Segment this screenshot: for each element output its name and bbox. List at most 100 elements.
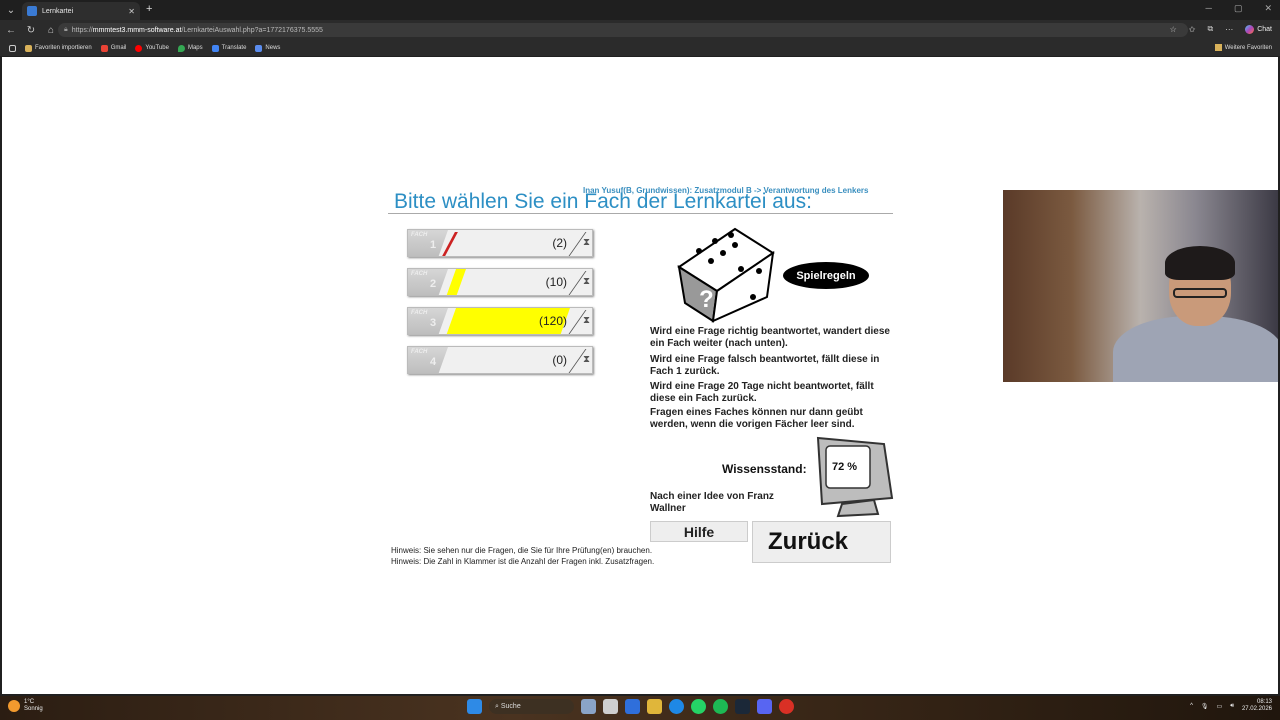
back-button[interactable]: Zurück — [752, 521, 891, 563]
close-tab-icon[interactable]: ✕ — [128, 7, 135, 16]
hint-text-2: Hinweis: Die Zahl in Klammer ist die Anz… — [391, 557, 655, 566]
rule-text-1: Wird eine Frage richtig beantwortet, wan… — [650, 326, 890, 349]
fach-count: (10) — [545, 275, 567, 289]
hint-text-1: Hinweis: Sie sehen nur die Fragen, die S… — [391, 546, 653, 555]
spotify-icon[interactable] — [713, 699, 728, 714]
app-icon[interactable] — [779, 699, 794, 714]
url-path: /LernkarteiAuswahl.php?a=1772176375.5555 — [181, 26, 323, 34]
page-title: Bitte wählen Sie ein Fach der Lernkartei… — [394, 190, 812, 213]
site-favicon-icon — [27, 6, 37, 16]
news-icon — [255, 44, 263, 52]
mic-icon[interactable]: 🎙︎ — [1201, 703, 1209, 710]
maps-icon — [177, 44, 185, 52]
weather-widget[interactable]: 1°C Sonnig — [8, 699, 43, 713]
fach-count: (120) — [538, 314, 567, 328]
tab-actions-menu-icon[interactable]: ⌄ — [0, 0, 22, 20]
clock-time: 08:13 — [1256, 699, 1272, 705]
fach-4[interactable]: FACH 4 (0) ⧗ — [407, 346, 593, 374]
task-view-icon[interactable] — [581, 699, 596, 714]
search-label: Suche — [500, 703, 521, 710]
bookmark-label: YouTube — [145, 45, 169, 51]
chat-label: Chat — [1257, 25, 1272, 33]
favorite-star-icon[interactable]: ☆ — [1170, 25, 1177, 34]
divider — [388, 213, 893, 214]
discord-icon[interactable] — [757, 699, 772, 714]
fach-label: FACH — [411, 232, 428, 238]
url-prefix: https:// — [71, 26, 93, 34]
wissensstand-value: 72 % — [832, 461, 858, 473]
wissensstand-label: Wissensstand: — [722, 462, 807, 476]
hourglass-icon: ⧗ — [582, 276, 590, 287]
bookmark-label: Translate — [221, 45, 247, 51]
idea-credit: Nach einer Idee von Franz Wallner — [650, 491, 774, 514]
fach-number: 3 — [430, 317, 437, 329]
bookmark-import[interactable]: Favoriten importieren — [25, 44, 92, 52]
bookmark-tabs-icon[interactable] — [9, 44, 16, 52]
back-icon[interactable]: ← — [2, 25, 20, 36]
bookmark-maps[interactable]: Maps — [177, 44, 203, 52]
new-tab-icon[interactable]: + — [146, 3, 152, 15]
fach-1[interactable]: FACH 1 (2) ⧗ — [407, 229, 593, 257]
bookmark-label: Maps — [187, 45, 203, 51]
weather-text: Sonnig — [24, 706, 43, 712]
widgets-icon[interactable] — [603, 699, 618, 714]
network-icon[interactable]: ▭ — [1217, 703, 1223, 710]
hourglass-icon: ⧗ — [582, 237, 590, 248]
weather-icon — [8, 700, 20, 712]
close-window-icon[interactable]: ✕ — [1264, 3, 1272, 14]
help-button[interactable]: Hilfe — [650, 521, 748, 542]
weather-temp: 1°C — [24, 699, 35, 705]
edge-icon[interactable] — [669, 699, 684, 714]
fach-number: 4 — [430, 356, 437, 368]
tab-title: Lernkartei — [42, 7, 74, 15]
extensions-icon[interactable]: ⧉ — [1207, 24, 1213, 34]
steam-icon[interactable] — [735, 699, 750, 714]
bookmark-youtube[interactable]: YouTube — [135, 44, 169, 52]
whatsapp-icon[interactable] — [691, 699, 706, 714]
fach-3[interactable]: FACH 3 (120) ⧗ — [407, 307, 593, 335]
bookmark-translate[interactable]: Translate — [211, 44, 247, 52]
search-box[interactable]: ⌕ Suche — [489, 699, 574, 714]
clock-date: 27.02.2026 — [1241, 706, 1272, 712]
translate-icon — [211, 44, 219, 52]
fach-2[interactable]: FACH 2 (10) ⧗ — [407, 268, 593, 296]
reload-icon[interactable]: ↻ — [22, 25, 40, 36]
other-favorites[interactable]: Weitere Favoriten — [1214, 44, 1272, 51]
rules-button[interactable]: Spielregeln — [783, 262, 869, 289]
clock[interactable]: 08:13 27.02.2026 — [1242, 699, 1272, 713]
bookmark-gmail[interactable]: Gmail — [100, 44, 126, 52]
folder-icon — [25, 44, 32, 52]
webcam-overlay — [1003, 190, 1278, 382]
address-bar-row: ← ↻ ⌂ 🔒︎ https://mmmtest3.mmm-software.a… — [0, 20, 1280, 40]
taskbar-icons: ⌕ Suche — [467, 699, 794, 714]
fach-label: FACH — [411, 310, 428, 316]
more-icon[interactable]: ⋯ — [1225, 25, 1233, 34]
file-explorer-icon[interactable] — [647, 699, 662, 714]
favorites-icon[interactable]: ✩ — [1189, 25, 1196, 34]
window-controls: ─ ▢ ✕ — [1206, 3, 1272, 14]
tab-lernkartei[interactable]: Lernkartei ✕ — [22, 2, 140, 20]
fach-number: 1 — [430, 239, 437, 251]
svg-text:?: ? — [699, 286, 714, 313]
fach-count: (2) — [552, 236, 567, 250]
rule-text-3: Wird eine Frage 20 Tage nicht beantworte… — [650, 381, 874, 404]
fach-fill-bar — [446, 269, 466, 296]
title-bar: ⌄ Lernkartei ✕ + ─ ▢ ✕ — [0, 0, 1280, 20]
maximize-icon[interactable]: ▢ — [1234, 3, 1243, 14]
chat-button[interactable]: Chat — [1245, 24, 1272, 34]
minimize-icon[interactable]: ─ — [1206, 3, 1212, 14]
fach-label: FACH — [411, 349, 428, 355]
youtube-icon — [135, 44, 143, 52]
url-field[interactable]: 🔒︎ https://mmmtest3.mmm-software.at/Lern… — [58, 23, 1188, 37]
bookmark-news[interactable]: News — [255, 44, 280, 52]
volume-icon[interactable]: 🔊︎ — [1230, 703, 1234, 710]
copilot-taskbar-icon[interactable] — [625, 699, 640, 714]
fach-number: 2 — [430, 278, 437, 290]
gmail-icon — [100, 44, 108, 52]
bookmark-label: Favoriten importieren — [35, 45, 92, 51]
other-favorites-label: Weitere Favoriten — [1224, 44, 1272, 51]
fach-count: (0) — [552, 353, 567, 367]
tray-chevron-icon[interactable]: ^ — [1190, 703, 1193, 709]
start-icon[interactable] — [467, 699, 482, 714]
folder-icon — [1214, 44, 1222, 51]
